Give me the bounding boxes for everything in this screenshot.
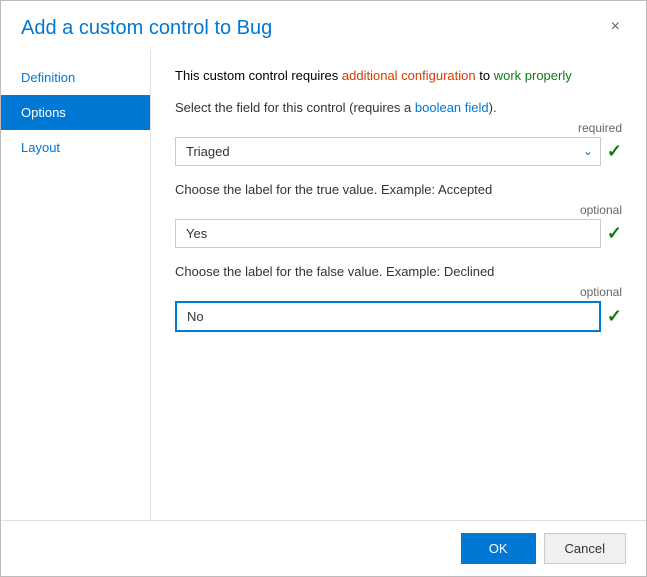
- dialog-title: Add a custom control to Bug: [21, 17, 272, 40]
- dropdown-row: Triaged Active Resolved Closed ⌄ ✓: [175, 137, 622, 166]
- cancel-button[interactable]: Cancel: [544, 533, 626, 564]
- optional-label-2: optional: [175, 285, 622, 299]
- field-dropdown[interactable]: Triaged Active Resolved Closed: [175, 137, 601, 166]
- optional-label-1: optional: [175, 203, 622, 217]
- false-check-icon: ✓: [607, 306, 622, 327]
- true-value-label: Choose the label for the true value. Exa…: [175, 182, 622, 197]
- title-text-suffix: to Bug: [209, 17, 272, 39]
- dialog-body: Definition Options Layout This custom co…: [1, 50, 646, 520]
- close-button[interactable]: ×: [605, 17, 626, 37]
- true-check-icon: ✓: [607, 223, 622, 244]
- select-label-suffix: ).: [489, 100, 497, 115]
- sidebar: Definition Options Layout: [1, 50, 151, 520]
- ok-button[interactable]: OK: [461, 533, 536, 564]
- false-value-input[interactable]: [175, 301, 601, 332]
- info-accent1: additional configuration: [342, 68, 476, 83]
- false-value-label: Choose the label for the false value. Ex…: [175, 264, 622, 279]
- sidebar-item-options[interactable]: Options: [1, 95, 150, 130]
- select-field-label: Select the field for this control (requi…: [175, 100, 622, 115]
- info-message: This custom control requires additional …: [175, 66, 622, 86]
- info-part1: This custom control requires: [175, 68, 342, 83]
- required-label: required: [175, 121, 622, 135]
- true-value-input[interactable]: [175, 219, 601, 248]
- dialog-footer: OK Cancel: [1, 520, 646, 576]
- dialog: Add a custom control to Bug × Definition…: [0, 0, 647, 577]
- field-dropdown-wrapper: Triaged Active Resolved Closed ⌄: [175, 137, 601, 166]
- info-part2: to: [476, 68, 494, 83]
- dialog-header: Add a custom control to Bug ×: [1, 1, 646, 50]
- select-label-accent: boolean field: [415, 100, 489, 115]
- sidebar-item-layout[interactable]: Layout: [1, 130, 150, 165]
- title-accent: custom control: [79, 17, 209, 39]
- sidebar-item-definition[interactable]: Definition: [1, 60, 150, 95]
- select-label-prefix: Select the field for this control (requi…: [175, 100, 415, 115]
- main-content: This custom control requires additional …: [151, 50, 646, 520]
- info-accent2: work properly: [494, 68, 572, 83]
- title-text-prefix: Add a: [21, 17, 79, 39]
- dropdown-check-icon: ✓: [607, 141, 622, 162]
- true-value-row: ✓: [175, 219, 622, 248]
- false-value-row: ✓: [175, 301, 622, 332]
